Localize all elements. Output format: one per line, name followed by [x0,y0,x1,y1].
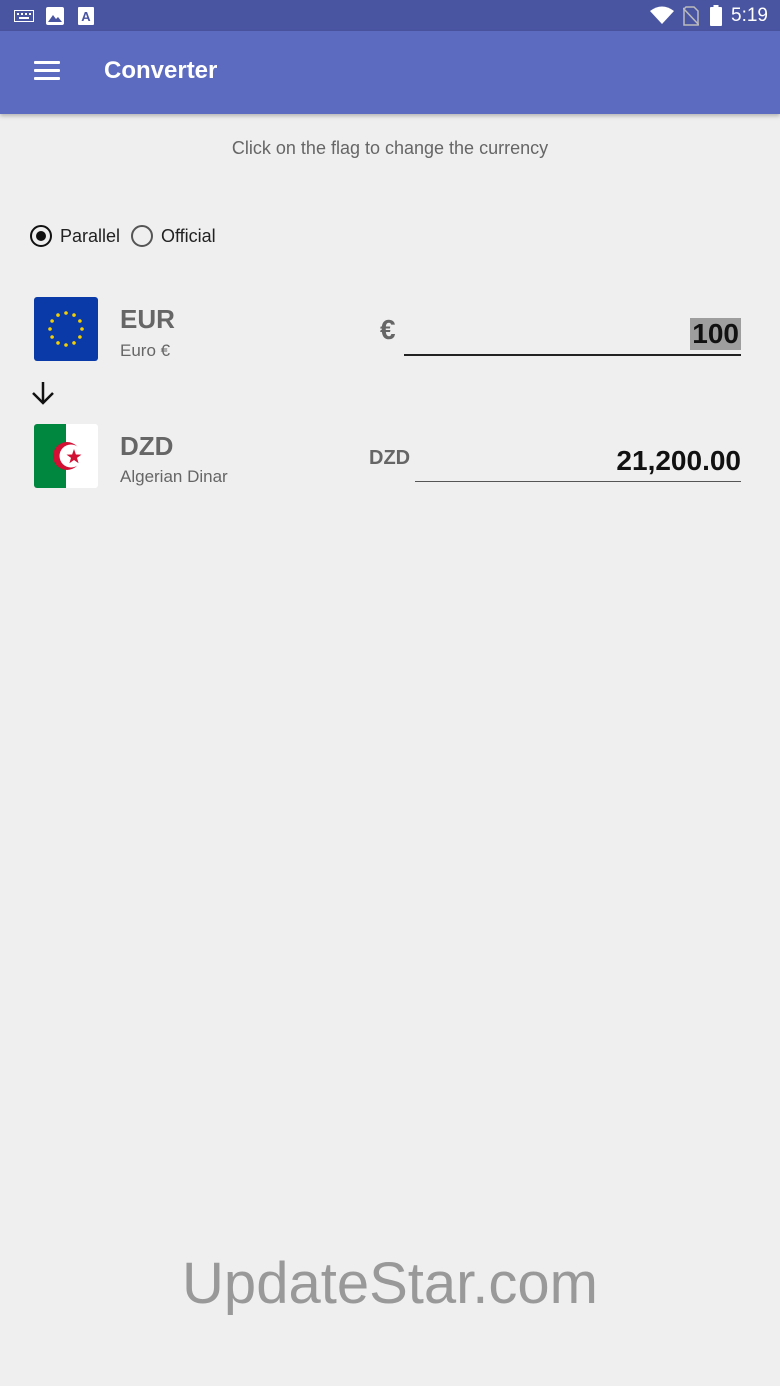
to-currency-symbol: DZD [369,447,411,469]
svg-text:A: A [81,9,91,24]
official-radio[interactable]: Official [131,222,216,250]
official-label: Official [161,225,216,246]
no-sim-icon [683,6,699,26]
amount-input[interactable]: 100 [404,306,741,356]
converted-amount-value: 21,200.00 [616,445,741,476]
flag-hint-text: Click on the flag to change the currency [231,138,549,158]
from-currency-code: EUR [120,304,175,334]
image-icon [46,7,64,25]
from-currency-symbol: € [380,314,396,345]
status-bar: A 5:19 [0,0,780,31]
algeria-flag-icon[interactable] [34,424,98,488]
battery-icon [710,5,722,26]
to-currency-name: Algerian Dinar [120,467,228,486]
status-time: 5:19 [731,5,768,26]
watermark: UpdateStar.com [182,1251,598,1316]
converted-amount-field: 21,200.00 [415,434,741,482]
radio-unchecked-icon [131,225,153,247]
radio-checked-icon [30,225,52,247]
a-box-icon: A [78,7,94,25]
amount-value: 100 [690,318,741,350]
keyboard-icon [14,10,34,22]
parallel-label: Parallel [60,225,121,246]
from-currency-name: Euro € [120,341,171,360]
eu-flag-icon[interactable] [34,297,98,361]
parallel-radio[interactable]: Parallel [30,222,120,250]
app-bar: Converter [0,31,780,114]
arrow-down-icon [32,382,54,405]
hamburger-menu-icon[interactable] [34,61,60,83]
to-currency-code: DZD [120,431,174,461]
wifi-icon [650,6,674,24]
app-title: Converter [104,57,218,84]
